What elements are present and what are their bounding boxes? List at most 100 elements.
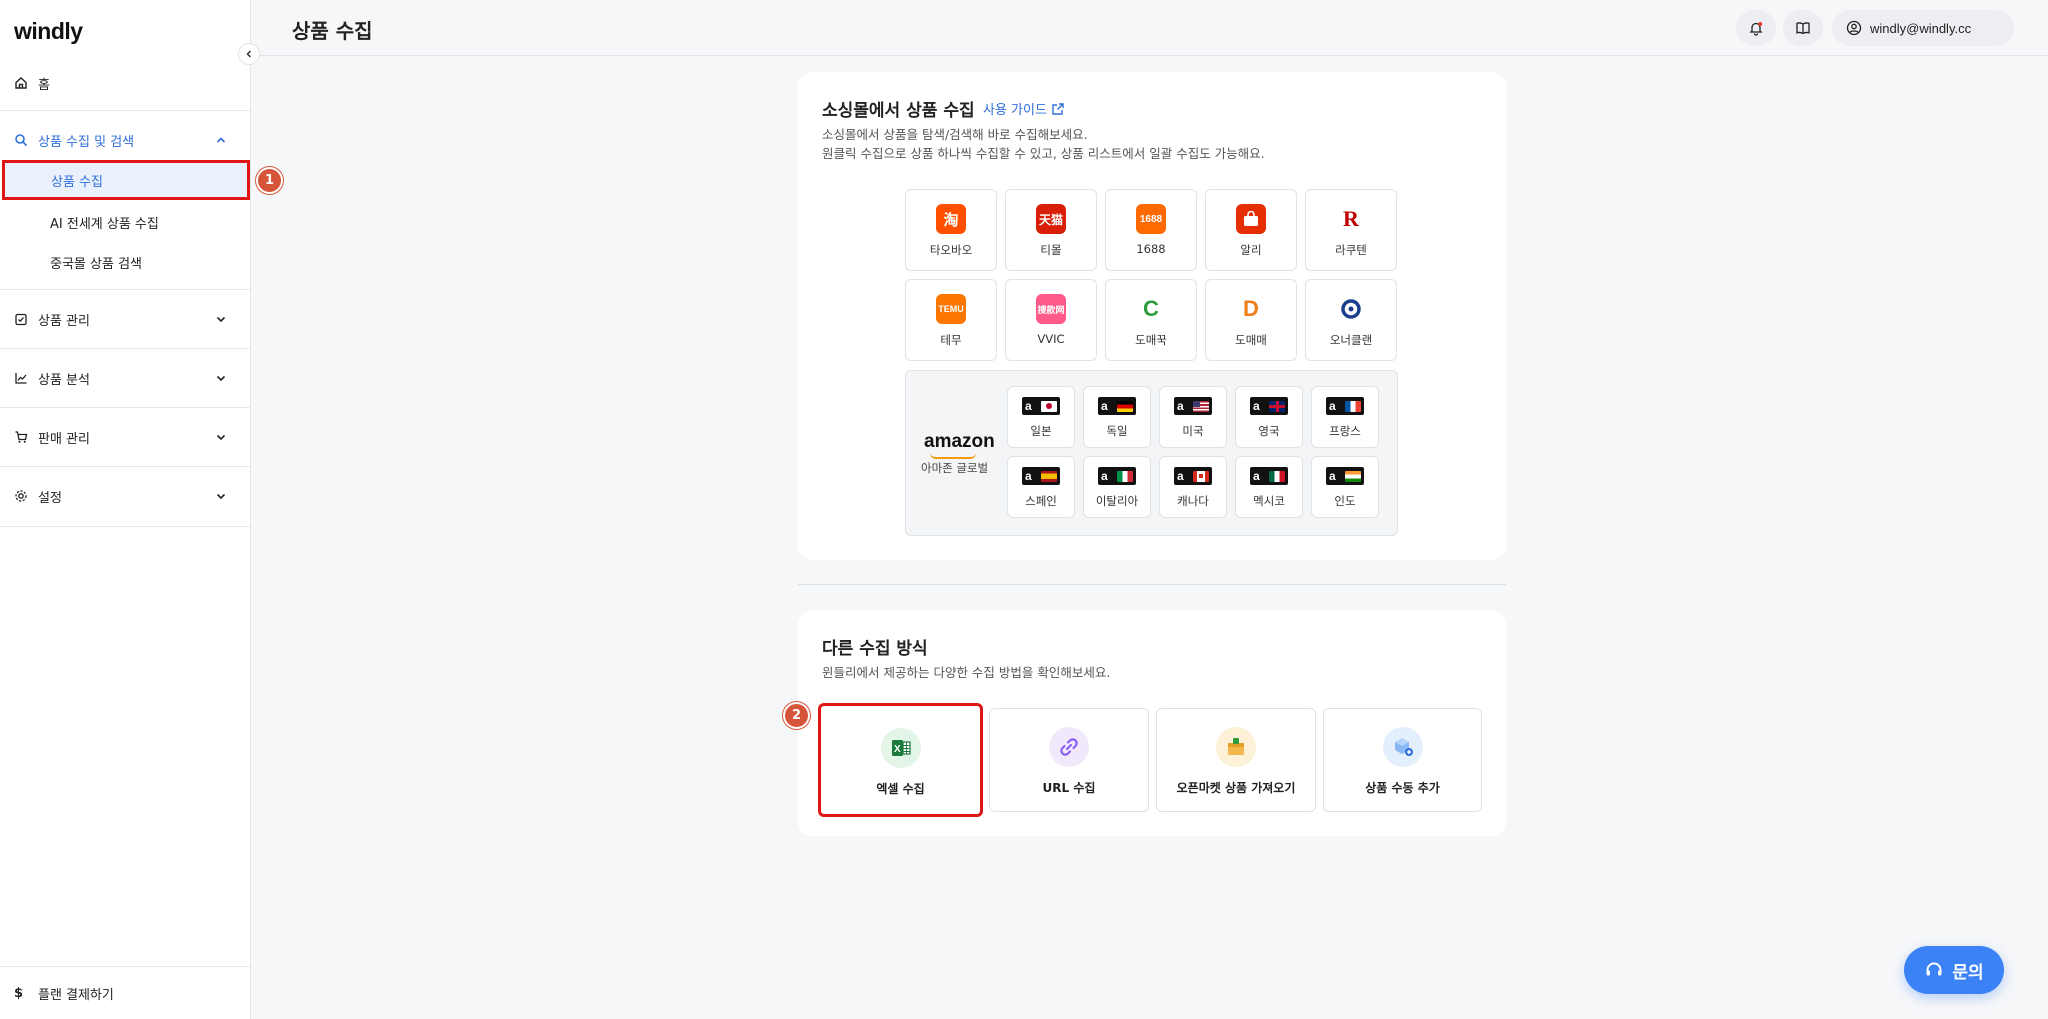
mall-tile-vvic[interactable]: 搜款网 VVIC [1005,279,1097,361]
country-label: 일본 [1030,424,1052,438]
step-badge-1: 1 [256,167,283,194]
sidebar-group-product-manage[interactable]: 상품 관리 [0,304,251,334]
other-methods-title: 다른 수집 방식 [822,639,928,659]
sidebar-group-sales-manage[interactable]: 판매 관리 [0,422,251,452]
amazon-country-spain[interactable]: a 스페인 [1007,456,1075,518]
mall-tile-ownerclan[interactable]: 오너클랜 [1305,279,1397,361]
sidebar-group-label: 상품 분석 [38,372,90,388]
sidebar-item-label: 중국몰 상품 검색 [50,256,142,272]
mall-tile-taobao[interactable]: 淘 타오바오 [905,189,997,271]
mall-label: 라쿠텐 [1335,243,1367,257]
section-divider [798,584,1506,585]
user-email: windly@windly.cc [1870,20,1972,36]
amazon-country-canada[interactable]: a 캐나다 [1159,456,1227,518]
country-label: 미국 [1182,424,1204,438]
external-link-icon [1052,102,1064,115]
mall-label: 타오바오 [929,243,973,257]
mall-tile-domeggook[interactable]: C 도매꾹 [1105,279,1197,361]
sidebar-group-settings[interactable]: 설정 [0,481,251,511]
mall-tile-1688[interactable]: 1688 1688 [1105,189,1197,271]
mall-tile-domeme[interactable]: D 도매매 [1205,279,1297,361]
bell-icon [1749,22,1763,36]
search-icon [14,133,28,147]
chevron-up-icon [215,134,227,146]
sidebar-item-label: 홈 [38,77,50,93]
temu-logo-icon: TEMU [936,294,966,324]
url-collect-button[interactable]: URL 수집 [989,708,1149,812]
sidebar-item-home[interactable]: 홈 [0,68,251,98]
page-title: 상품 수집 [292,19,373,43]
amazon-country-uk[interactable]: a 영국 [1235,386,1303,448]
mall-label: 알리 [1240,243,1262,257]
cube-add-icon [1382,727,1423,767]
amazon-smile-icon [930,453,976,459]
usage-guide-link[interactable]: 사용 가이드 [983,99,1065,118]
headset-icon [1926,962,1942,976]
notification-button[interactable] [1736,10,1776,46]
amazon-logo: amazon [924,431,995,452]
mall-label: 티몰 [1040,243,1062,257]
mall-label: 1688 [1136,242,1166,256]
mall-label: 도매꾹 [1135,333,1167,347]
user-circle-icon [1846,20,1862,36]
excel-collect-button[interactable]: X 엑셀 수집 [818,703,983,817]
amazon-global-group: amazon 아마존 글로벌 a 일본 a 독일 a 미국 a 영국 a 프랑스… [905,370,1398,536]
mall-tile-tmall[interactable]: 天猫 티몰 [1005,189,1097,271]
method-label: URL 수집 [1042,781,1096,795]
mall-tile-rakuten[interactable]: R 라쿠텐 [1305,189,1397,271]
sidebar-collapse-button[interactable] [238,43,260,65]
amazon-country-india[interactable]: a 인도 [1311,456,1379,518]
chevron-down-icon [215,372,227,384]
box-icon [1216,727,1256,767]
amazon-country-mexico[interactable]: a 멕시코 [1235,456,1303,518]
vvic-logo-icon: 搜款网 [1036,294,1066,324]
sidebar-group-product-analysis[interactable]: 상품 분석 [0,363,251,393]
usage-guide-label: 사용 가이드 [983,103,1047,118]
top-bar: 상품 수집 windly@windly.cc [252,0,2048,56]
sidebar-item-label: AI 전세계 상품 수집 [50,216,159,232]
mall-tile-ali[interactable]: 알리 [1205,189,1297,271]
divider [0,407,251,408]
domeme-logo-icon: D [1236,294,1266,324]
sidebar-group-label: 판매 관리 [38,431,90,447]
sidebar-group-collect-search[interactable]: 상품 수집 및 검색 [0,125,251,155]
amazon-country-japan[interactable]: a 일본 [1007,386,1075,448]
country-label: 독일 [1106,424,1128,438]
mall-label: VVIC [1037,332,1065,346]
open-market-import-button[interactable]: 오픈마켓 상품 가져오기 [1156,708,1316,812]
amazon-country-germany[interactable]: a 독일 [1083,386,1151,448]
divider [0,526,251,527]
user-menu-button[interactable]: windly@windly.cc [1832,10,2014,46]
country-label: 스페인 [1025,494,1057,508]
guide-book-button[interactable] [1783,10,1823,46]
divider [0,348,251,349]
mall-label: 오너클랜 [1329,333,1373,347]
ownerclan-logo-icon [1336,294,1366,324]
amazon-country-france[interactable]: a 프랑스 [1311,386,1379,448]
method-label: 오픈마켓 상품 가져오기 [1176,781,1296,795]
sidebar-item-china-search[interactable]: 중국몰 상품 검색 [0,242,251,282]
excel-icon: X [880,728,921,768]
mall-label: 도매매 [1235,333,1267,347]
sidebar-item-ai-global-collect[interactable]: AI 전세계 상품 수집 [0,202,251,242]
windly-logo[interactable]: windly [14,18,83,45]
manual-add-button[interactable]: 상품 수동 추가 [1323,708,1482,812]
plan-payment-link[interactable]: $ 플랜 결제하기 [0,966,251,1019]
mall-tile-temu[interactable]: TEMU 테무 [905,279,997,361]
help-chat-button[interactable]: 문의 [1904,946,2004,994]
amazon-global-label: 아마존 글로벌 [921,461,989,475]
taobao-logo-icon: 淘 [936,204,966,234]
help-label: 문의 [1952,962,1984,983]
sidebar-item-product-collect[interactable]: 상품 수집 [2,160,250,200]
gear-icon [14,489,28,503]
sidebar-group-label: 상품 관리 [38,313,90,329]
amazon-country-italy[interactable]: a 이탈리아 [1083,456,1151,518]
amazon-country-usa[interactable]: a 미국 [1159,386,1227,448]
chevron-down-icon [215,490,227,502]
other-methods-desc: 윈들리에서 제공하는 다양한 수집 방법을 확인해보세요. [822,665,1111,680]
country-label: 멕시코 [1253,494,1285,508]
domeggook-logo-icon: C [1136,294,1166,324]
clipboard-check-icon [14,312,28,326]
tmall-logo-icon: 天猫 [1036,204,1066,234]
divider [0,110,251,111]
